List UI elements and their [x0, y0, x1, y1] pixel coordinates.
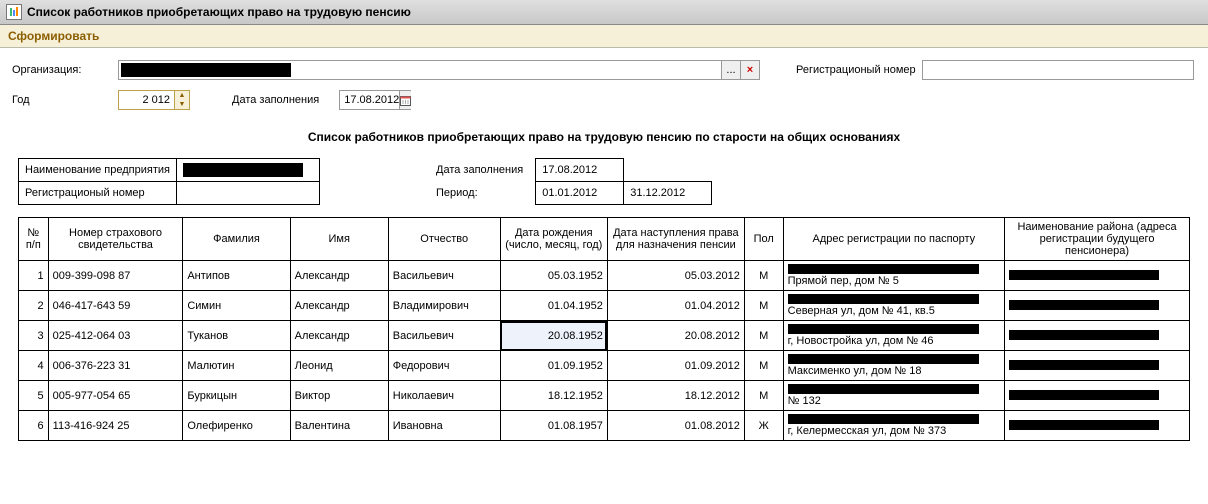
- table-row[interactable]: 3025-412-064 03ТукановАлександрВасильеви…: [19, 321, 1190, 351]
- period-from: 01.01.2012: [536, 182, 624, 205]
- reg-label: Регистрационый номер: [796, 64, 916, 76]
- col-patr: Отчество: [388, 218, 500, 261]
- window-titlebar: Список работников приобретающих право на…: [0, 0, 1208, 25]
- report-area: Список работников приобретающих право на…: [0, 114, 1208, 459]
- app-icon: [6, 4, 22, 20]
- table-row[interactable]: 4006-376-223 31МалютинЛеонидФедорович01.…: [19, 351, 1190, 381]
- calendar-button[interactable]: [399, 91, 411, 109]
- org-name-value: [177, 159, 320, 182]
- org-info-table: Наименование предприятия Регистрационый …: [18, 158, 320, 205]
- col-dist: Наименование района (адреса регистрации …: [1005, 218, 1190, 261]
- org-name-label: Наименование предприятия: [19, 159, 177, 182]
- org-value-redacted: [121, 63, 291, 77]
- year-down-button[interactable]: ▼: [175, 100, 189, 109]
- calendar-icon: [400, 95, 411, 106]
- col-name: Имя: [290, 218, 388, 261]
- year-up-button[interactable]: ▲: [175, 91, 189, 100]
- col-bd: Дата рождения (число, месяц, год): [500, 218, 607, 261]
- org-lookup-button[interactable]: ...: [721, 61, 740, 79]
- reg-input[interactable]: [922, 60, 1194, 80]
- reg-num-value: [177, 182, 320, 205]
- reg-num-label: Регистрационый номер: [19, 182, 177, 205]
- col-num: № п/п: [19, 218, 49, 261]
- col-ins: Номер страхового свидетельства: [48, 218, 183, 261]
- filters-panel: Организация: ... × Регистрационый номер …: [0, 48, 1208, 114]
- header-row: № п/п Номер страхового свидетельства Фам…: [19, 218, 1190, 261]
- data-table[interactable]: № п/п Номер страхового свидетельства Фам…: [18, 217, 1190, 441]
- fill-date-input[interactable]: 17.08.2012: [339, 90, 411, 110]
- table-row[interactable]: 2046-417-643 59СиминАлександрВладимирови…: [19, 291, 1190, 321]
- org-input[interactable]: ... ×: [118, 60, 760, 80]
- date-info-table: Дата заполнения 17.08.2012 Период: 01.01…: [430, 158, 712, 205]
- fill-date-label: Дата заполнения: [232, 94, 319, 106]
- table-row[interactable]: 6113-416-924 25ОлефиренкоВалентинаИванов…: [19, 411, 1190, 441]
- generate-button[interactable]: Сформировать: [8, 29, 99, 43]
- col-pd: Дата наступления права для назначения пе…: [607, 218, 744, 261]
- fill-date-value2: 17.08.2012: [536, 159, 624, 182]
- col-sex: Пол: [744, 218, 783, 261]
- fill-date-label2: Дата заполнения: [430, 159, 536, 182]
- col-addr: Адрес регистрации по паспорту: [783, 218, 1004, 261]
- col-fam: Фамилия: [183, 218, 290, 261]
- year-label: Год: [12, 94, 112, 106]
- org-clear-button[interactable]: ×: [740, 61, 759, 79]
- year-input[interactable]: 2 012 ▲ ▼: [118, 90, 190, 110]
- period-label: Период:: [430, 182, 536, 205]
- table-row[interactable]: 1009-399-098 87АнтиповАлександрВасильеви…: [19, 261, 1190, 291]
- toolbar: Сформировать: [0, 25, 1208, 48]
- org-label: Организация:: [12, 64, 112, 76]
- report-title: Список работников приобретающих право на…: [18, 130, 1190, 144]
- table-row[interactable]: 5005-977-054 65БуркицынВикторНиколаевич1…: [19, 381, 1190, 411]
- window-title: Список работников приобретающих право на…: [27, 5, 411, 19]
- period-to: 31.12.2012: [624, 182, 712, 205]
